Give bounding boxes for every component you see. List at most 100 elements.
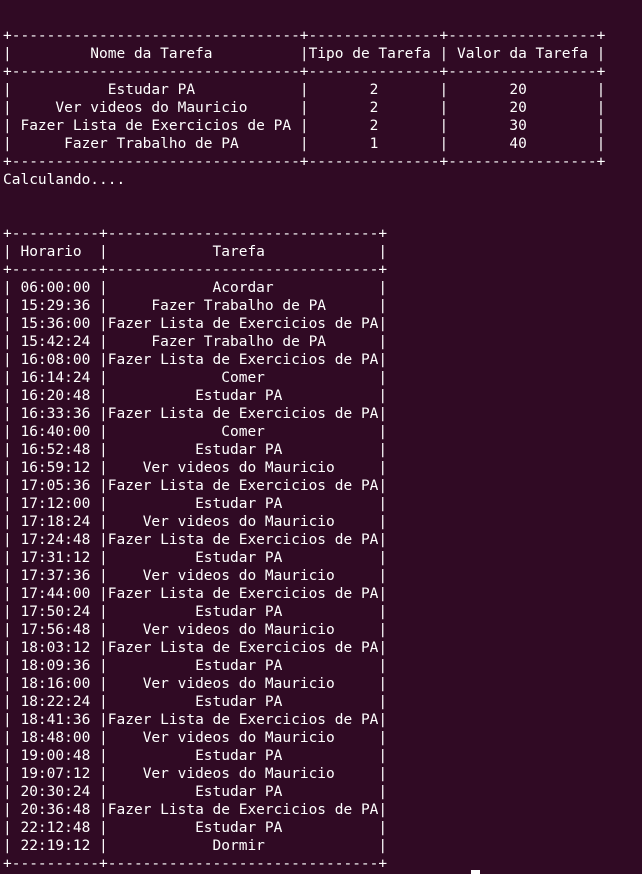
schedule-task: Estudar PA — [107, 604, 379, 620]
schedule-table-row: | 20:30:24 | Estudar PA | — [3, 784, 388, 800]
tasks-table-row-cell: Ver videos do Mauricio — [11, 100, 300, 116]
tasks-table-header-cell: Tipo de Tarefa — [308, 46, 440, 62]
schedule-table-row: | 22:12:48 | Estudar PA | — [3, 820, 388, 836]
schedule-time: 15:42:24 — [11, 334, 100, 350]
schedule-task: Acordar — [107, 280, 379, 296]
schedule-task: Ver videos do Mauricio — [107, 622, 379, 638]
schedule-table-row: | 16:14:24 | Comer | — [3, 370, 388, 386]
tasks-table-border: +---------------------------------+-----… — [3, 28, 606, 44]
schedule-table-row: | 17:05:36 |Fazer Lista de Exercicios de… — [3, 478, 388, 494]
schedule-time: 17:18:24 — [11, 514, 100, 530]
terminal-window[interactable]: +---------------------------------+-----… — [0, 0, 642, 874]
schedule-time: 20:30:24 — [11, 784, 100, 800]
tasks-table-row-cell: 2 — [308, 82, 440, 98]
schedule-task: Fazer Lista de Exercicios de PA — [107, 316, 379, 332]
schedule-table-row: | 17:44:00 |Fazer Lista de Exercicios de… — [3, 586, 388, 602]
text-cursor — [471, 870, 480, 874]
tasks-table-header-cell: Nome da Tarefa — [11, 46, 300, 62]
tasks-table-row-cell: 2 — [308, 100, 440, 116]
schedule-table-row: | 18:48:00 | Ver videos do Mauricio | — [3, 730, 388, 746]
schedule-task: Ver videos do Mauricio — [107, 730, 379, 746]
schedule-table-row: | 17:56:48 | Ver videos do Mauricio | — [3, 622, 388, 638]
schedule-time: 18:16:00 — [11, 676, 100, 692]
schedule-time: 15:36:00 — [11, 316, 100, 332]
schedule-task: Fazer Trabalho de PA — [107, 298, 379, 314]
schedule-task: Estudar PA — [107, 550, 379, 566]
schedule-task: Fazer Trabalho de PA — [107, 334, 379, 350]
schedule-table-row: | 18:41:36 |Fazer Lista de Exercicios de… — [3, 712, 388, 728]
schedule-task: Estudar PA — [107, 784, 379, 800]
schedule-table-row: | 15:29:36 | Fazer Trabalho de PA | — [3, 298, 388, 314]
tasks-table-header-cell: Valor da Tarefa — [448, 46, 597, 62]
schedule-time: 18:48:00 — [11, 730, 100, 746]
schedule-time: 22:19:12 — [11, 838, 100, 854]
tasks-table-row: | Ver videos do Mauricio | 2 | 20 | — [3, 100, 606, 116]
schedule-task: Fazer Lista de Exercicios de PA — [107, 478, 379, 494]
tasks-table-row: | Fazer Lista de Exercicios de PA | 2 | … — [3, 118, 606, 134]
schedule-task: Fazer Lista de Exercicios de PA — [107, 586, 379, 602]
tasks-table-border: +---------------------------------+-----… — [3, 154, 606, 170]
schedule-time: 17:44:00 — [11, 586, 100, 602]
tasks-table-header: | Nome da Tarefa |Tipo de Tarefa | Valor… — [3, 46, 606, 62]
schedule-task: Dormir — [107, 838, 379, 854]
schedule-task: Estudar PA — [107, 658, 379, 674]
schedule-time: 17:31:12 — [11, 550, 100, 566]
schedule-table-row: | 17:50:24 | Estudar PA | — [3, 604, 388, 620]
schedule-task: Ver videos do Mauricio — [107, 514, 379, 530]
schedule-task: Ver videos do Mauricio — [107, 568, 379, 584]
tasks-table-row-cell: 2 — [308, 118, 440, 134]
schedule-time: 16:33:36 — [11, 406, 100, 422]
schedule-time: 18:22:24 — [11, 694, 100, 710]
schedule-task: Fazer Lista de Exercicios de PA — [107, 640, 379, 656]
schedule-task: Fazer Lista de Exercicios de PA — [107, 802, 379, 818]
schedule-task: Fazer Lista de Exercicios de PA — [107, 712, 379, 728]
schedule-time: 17:56:48 — [11, 622, 100, 638]
schedule-table-row: | 17:12:00 | Estudar PA | — [3, 496, 388, 512]
schedule-time: 16:08:00 — [11, 352, 100, 368]
schedule-time: 16:40:00 — [11, 424, 100, 440]
status-message: Calculando.... — [3, 172, 126, 188]
schedule-table-row: | 16:20:48 | Estudar PA | — [3, 388, 388, 404]
schedule-time: 17:05:36 — [11, 478, 100, 494]
schedule-time: 17:50:24 — [11, 604, 100, 620]
schedule-table-row: | 17:31:12 | Estudar PA | — [3, 550, 388, 566]
schedule-table-row: | 17:18:24 | Ver videos do Mauricio | — [3, 514, 388, 530]
schedule-task: Estudar PA — [107, 748, 379, 764]
schedule-time: 17:24:48 — [11, 532, 100, 548]
schedule-table-border: +----------+----------------------------… — [3, 226, 388, 242]
schedule-table-row: | 16:08:00 |Fazer Lista de Exercicios de… — [3, 352, 388, 368]
schedule-time: 16:52:48 — [11, 442, 100, 458]
schedule-task: Fazer Lista de Exercicios de PA — [107, 352, 379, 368]
schedule-task: Comer — [107, 370, 379, 386]
schedule-task: Estudar PA — [107, 694, 379, 710]
schedule-table-row: | 16:59:12 | Ver videos do Mauricio | — [3, 460, 388, 476]
schedule-time: 19:00:48 — [11, 748, 100, 764]
schedule-task: Estudar PA — [107, 820, 379, 836]
schedule-task: Estudar PA — [107, 496, 379, 512]
schedule-task: Comer — [107, 424, 379, 440]
schedule-time: 18:41:36 — [11, 712, 100, 728]
schedule-time: 16:14:24 — [11, 370, 100, 386]
schedule-header-tarefa: Tarefa — [107, 244, 379, 260]
tasks-table-row-cell: 20 — [448, 82, 597, 98]
schedule-table-row: | 06:00:00 | Acordar | — [3, 280, 388, 296]
schedule-time: 16:20:48 — [11, 388, 100, 404]
tasks-table-row-cell: Fazer Trabalho de PA — [11, 136, 300, 152]
schedule-header-horario: Horario — [11, 244, 100, 260]
schedule-table-row: | 16:33:36 |Fazer Lista de Exercicios de… — [3, 406, 388, 422]
schedule-time: 18:03:12 — [11, 640, 100, 656]
schedule-table-row: | 18:22:24 | Estudar PA | — [3, 694, 388, 710]
schedule-table-row: | 17:37:36 | Ver videos do Mauricio | — [3, 568, 388, 584]
schedule-task: Fazer Lista de Exercicios de PA — [107, 406, 379, 422]
schedule-table-row: | 17:24:48 |Fazer Lista de Exercicios de… — [3, 532, 388, 548]
schedule-table-row: | 18:16:00 | Ver videos do Mauricio | — [3, 676, 388, 692]
schedule-table-row: | 20:36:48 |Fazer Lista de Exercicios de… — [3, 802, 388, 818]
schedule-time: 16:59:12 — [11, 460, 100, 476]
tasks-table-row-cell: Estudar PA — [11, 82, 300, 98]
schedule-table-row: | 19:00:48 | Estudar PA | — [3, 748, 388, 764]
schedule-table-row: | 22:19:12 | Dormir | — [3, 838, 388, 854]
schedule-time: 06:00:00 — [11, 280, 100, 296]
tasks-table-row-cell: Fazer Lista de Exercicios de PA — [11, 118, 300, 134]
schedule-task: Estudar PA — [107, 388, 379, 404]
tasks-table-row-cell: 30 — [448, 118, 597, 134]
